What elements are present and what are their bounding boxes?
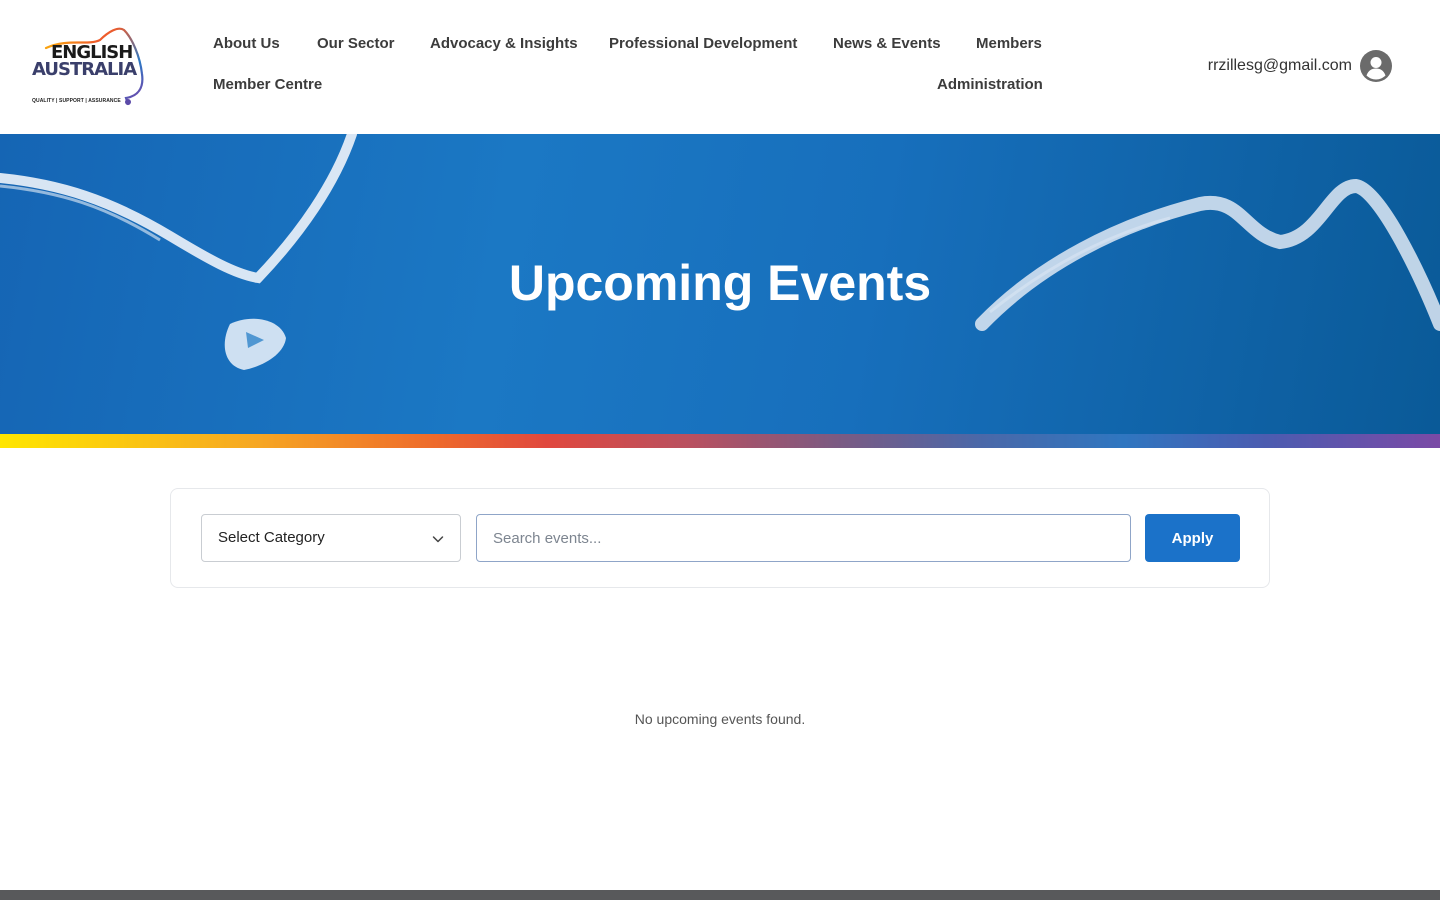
rainbow-divider [0, 434, 1440, 448]
page-title: Upcoming Events [508, 255, 932, 311]
nav-members[interactable]: Members [976, 35, 1042, 52]
chevron-down-icon [432, 536, 444, 543]
apply-button[interactable]: Apply [1145, 514, 1240, 562]
site-header: ENGLISH AUSTRALIA QUALITY | SUPPORT | AS… [0, 0, 1440, 134]
logo-line-2: AUSTRALIA [32, 59, 137, 80]
nav-advocacy-insights[interactable]: Advocacy & Insights [430, 35, 578, 52]
logo-wordmark: ENGLISH AUSTRALIA [32, 44, 137, 80]
search-events-input[interactable] [476, 514, 1131, 562]
hero-banner: Upcoming Events [0, 134, 1440, 434]
logo-tagline: QUALITY | SUPPORT | ASSURANCE [32, 98, 121, 104]
english-australia-logo[interactable]: ENGLISH AUSTRALIA QUALITY | SUPPORT | AS… [28, 26, 146, 110]
empty-results-message: No upcoming events found. [634, 711, 806, 727]
nav-member-centre[interactable]: Member Centre [213, 76, 322, 93]
event-filter-panel: Select Category Apply [170, 488, 1270, 588]
nav-about-us[interactable]: About Us [213, 35, 280, 52]
footer-strip [0, 890, 1440, 900]
user-menu[interactable]: rrzillesg@gmail.com [1208, 50, 1392, 82]
user-email[interactable]: rrzillesg@gmail.com [1208, 57, 1352, 75]
nav-administration[interactable]: Administration [937, 76, 1043, 93]
nav-news-events[interactable]: News & Events [833, 35, 941, 52]
category-select-label: Select Category [218, 529, 325, 546]
user-circle-icon[interactable] [1360, 50, 1392, 82]
category-select[interactable]: Select Category [201, 514, 461, 562]
nav-our-sector[interactable]: Our Sector [317, 35, 395, 52]
nav-professional-development[interactable]: Professional Development [609, 35, 797, 52]
